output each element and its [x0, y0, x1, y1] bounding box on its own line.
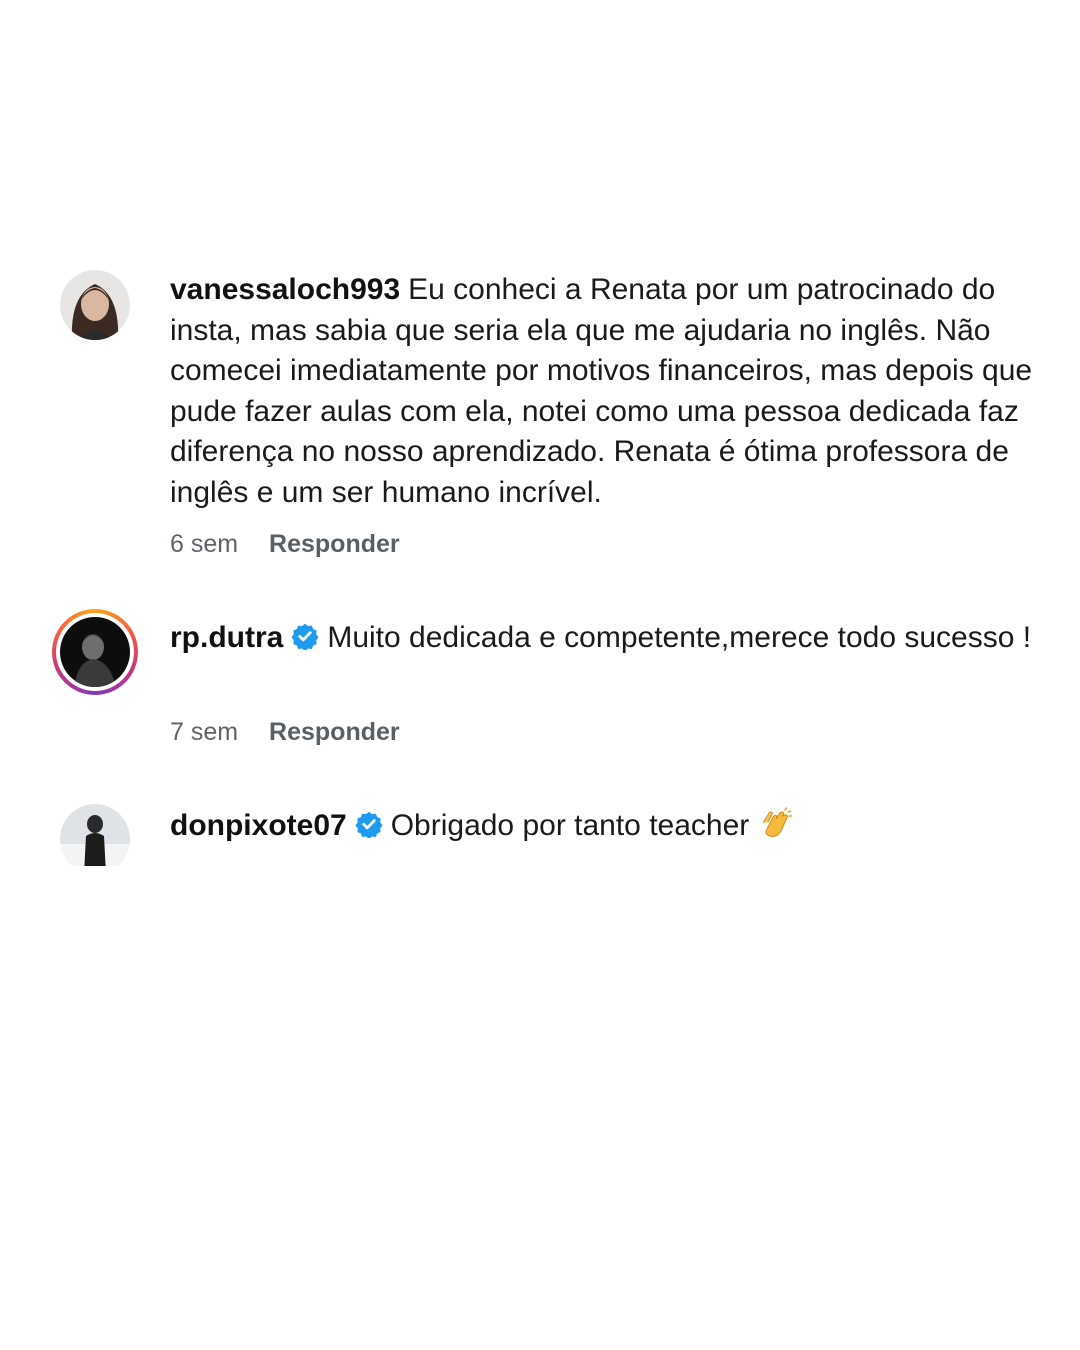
- avatar-photo: [60, 804, 130, 866]
- username[interactable]: rp.dutra: [170, 621, 283, 654]
- avatar[interactable]: [60, 804, 130, 866]
- username[interactable]: vanessaloch993: [170, 273, 400, 306]
- avatar-photo: [60, 617, 130, 687]
- comment-text: Obrigado por tanto teacher: [390, 809, 750, 842]
- timestamp: 6 sem: [170, 530, 239, 558]
- avatar[interactable]: [52, 609, 138, 695]
- reply-button[interactable]: Responder: [269, 530, 400, 558]
- comment-meta: 7 sem Responder: [170, 718, 400, 747]
- reply-button[interactable]: Responder: [269, 718, 400, 746]
- comment-text: Eu conheci a Renata por um patrocinado d…: [170, 273, 1033, 509]
- comment-body: vanessaloch993 Eu conheci a Renata por um…: [170, 270, 1050, 513]
- clapping-hands-icon: [759, 807, 793, 853]
- timestamp: 7 sem: [170, 718, 239, 746]
- username[interactable]: donpixote07: [170, 809, 347, 842]
- comment-text: Muito dedicada e competente,merece todo …: [327, 621, 1032, 654]
- comment-body: rp.dutra Muito dedicada e competente,mere…: [170, 618, 1050, 662]
- comments-list: vanessaloch993 Eu conheci a Renata por um…: [0, 0, 1080, 866]
- avatar[interactable]: [60, 270, 130, 340]
- avatar-photo: [60, 270, 130, 340]
- comment-meta: 6 sem Responder: [170, 530, 400, 559]
- comment-body: donpixote07 Obrigado por tanto teacher: [170, 806, 1050, 853]
- verified-badge-icon: [291, 621, 319, 662]
- verified-badge-icon: [355, 809, 383, 850]
